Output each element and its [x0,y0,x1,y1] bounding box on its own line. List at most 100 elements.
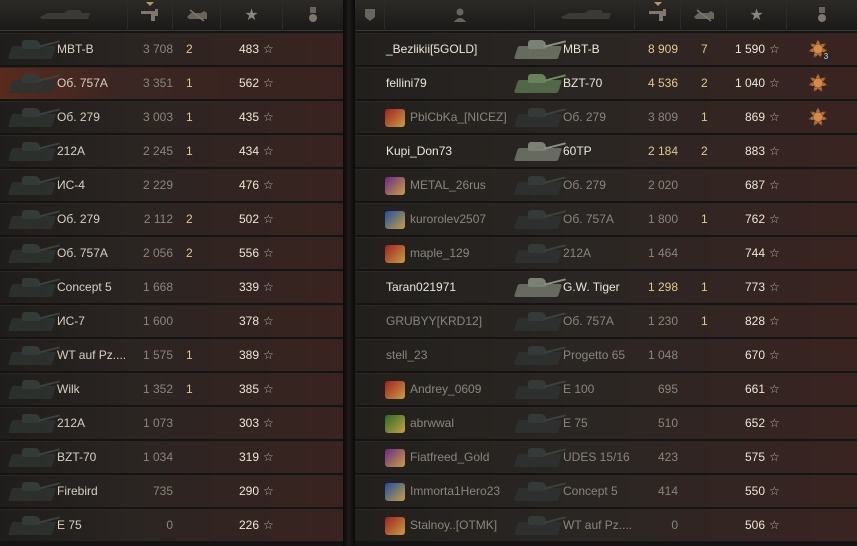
tank-silhouette-icon [510,35,570,65]
kills-value [186,510,202,542]
kills-value [186,272,202,304]
left-player-row[interactable]: ИС-4 2 229 476 ☆ [0,169,343,201]
damage-value: 3 003 [142,110,173,124]
right-header: ★ [355,0,857,31]
xp-value: 483 [238,42,259,56]
xp-star-icon: ☆ [263,416,274,430]
tank-name: Об. 757А [57,76,108,90]
left-player-row[interactable]: BZT-70 1 034 319 ☆ [0,441,343,473]
tank-silhouette-icon [4,511,64,541]
right-player-row[interactable]: GRUBYY[KRD12] Об. 757А 1 230 1 828 ☆ [355,305,857,337]
star-icon: ★ [749,6,764,24]
right-player-row[interactable]: fellini79 BZT-70 4 536 2 1 040 ☆ [355,67,857,99]
right-player-row[interactable]: _Bezlikii[5GOLD] MBT-B 8 909 7 1 590 ☆ 3 [355,33,857,65]
right-header-player[interactable] [385,0,535,31]
tank-name: WT auf Pz.... [563,518,633,532]
right-player-row[interactable]: maple_129 212A 1 464 744 ☆ [355,237,857,269]
clan-emblem-icon [385,381,405,399]
damage-value: 8 909 [647,42,678,56]
xp-star-icon: ☆ [769,144,780,158]
tank-silhouette-icon [510,375,570,405]
right-header-damage[interactable] [635,0,681,31]
tank-name: Об. 279 [57,110,100,124]
left-player-row[interactable]: ИС-7 1 600 378 ☆ [0,305,343,337]
top-gun-medal-icon[interactable] [807,72,829,96]
tank-silhouette-icon [510,69,570,99]
right-player-row[interactable]: Fiatfreed_Gold UDES 15/16 423 575 ☆ [355,441,857,473]
right-player-row[interactable]: PblCbKa_[NICEZ] Об. 279 3 809 1 869 ☆ [355,101,857,133]
right-player-row[interactable]: Andrey_0609 E 100 695 661 ☆ [355,373,857,405]
kills-value: 1 [186,110,193,124]
right-player-row[interactable]: Immorta1Hero23 Concept 5 414 550 ☆ [355,475,857,507]
left-player-row[interactable]: WT auf Pz.... 1 575 1 389 ☆ [0,339,343,371]
left-player-row[interactable]: Concept 5 1 668 339 ☆ [0,271,343,303]
top-gun-medal-icon[interactable]: 3 [807,38,831,62]
kills-icon [185,8,209,24]
left-player-row[interactable]: E 75 0 226 ☆ [0,509,343,541]
tank-silhouette-icon [510,341,570,371]
kills-value: 1 [701,280,708,294]
xp-star-icon: ☆ [263,76,274,90]
xp-star-icon: ☆ [263,144,274,158]
right-player-row[interactable]: METAL_26rus Об. 279 2 020 687 ☆ [355,169,857,201]
left-player-row[interactable]: Об. 279 2 112 2 502 ☆ [0,203,343,235]
left-header-medal[interactable] [283,0,343,31]
xp-value: 828 [744,314,765,328]
right-header-kills[interactable] [681,0,727,31]
kills-value: 1 [186,348,193,362]
left-player-row[interactable]: Firebird 735 290 ☆ [0,475,343,507]
xp-value: 575 [744,450,765,464]
tank-icon [34,7,94,25]
left-player-row[interactable]: 212A 2 245 1 434 ☆ [0,135,343,167]
xp-value: 502 [238,212,259,226]
xp-star-icon: ☆ [263,484,274,498]
left-player-row[interactable]: 212A 1 073 303 ☆ [0,407,343,439]
right-player-row[interactable]: Kupi_Don73 60TP 2 184 2 883 ☆ [355,135,857,167]
right-player-row[interactable]: Taran021971 G.W. Tiger 1 298 1 773 ☆ [355,271,857,303]
kills-value: 2 [186,42,193,56]
left-player-row[interactable]: Об. 757А 3 351 1 562 ☆ [0,67,343,99]
tank-name: MBT-B [57,42,94,56]
damage-value: 1 298 [647,280,678,294]
xp-star-icon: ☆ [769,484,780,498]
kills-value: 1 [701,314,708,328]
kills-value [701,340,717,372]
left-player-row[interactable]: Wilk 1 352 1 385 ☆ [0,373,343,405]
damage-value: 414 [657,484,678,498]
xp-value: 562 [238,76,259,90]
xp-value: 687 [744,178,765,192]
player-icon [453,8,466,24]
xp-value: 556 [238,246,259,260]
right-player-row[interactable]: stell_23 Progetto 65 1 048 670 ☆ [355,339,857,371]
left-player-row[interactable]: Об. 279 3 003 1 435 ☆ [0,101,343,133]
right-header-xp[interactable]: ★ [727,0,787,31]
left-player-row[interactable]: Об. 757А 2 056 2 556 ☆ [0,237,343,269]
kills-value [701,442,717,474]
right-player-row[interactable]: Stalnoy..[OTMK] WT auf Pz.... 0 506 ☆ [355,509,857,541]
left-header-xp[interactable]: ★ [221,0,283,31]
xp-value: 661 [744,382,765,396]
top-gun-medal-icon[interactable] [807,106,829,130]
left-team-panel: ★ MBT-B 3 708 2 483 ☆ Об. 757А 3 351 1 562 ☆ Об. 2… [0,0,343,546]
tank-silhouette-icon [4,239,64,269]
left-header-kills[interactable] [173,0,221,31]
xp-value: 1 590 [734,42,765,56]
right-player-row[interactable]: kurorolev2507 Об. 757А 1 800 1 762 ☆ [355,203,857,235]
clan-emblem-icon [385,517,405,535]
right-header-tank[interactable] [535,0,635,31]
right-player-row[interactable]: abrwwal E 75 510 652 ☆ [355,407,857,439]
right-header-platoon[interactable] [355,0,385,31]
damage-value: 4 536 [647,76,678,90]
xp-star-icon: ☆ [263,314,274,328]
player-name: GRUBYY[KRD12] [386,314,483,328]
tank-name: Firebird [57,484,98,498]
left-player-row[interactable]: MBT-B 3 708 2 483 ☆ [0,33,343,65]
left-header-damage[interactable] [128,0,173,31]
damage-value: 1 073 [142,416,173,430]
kills-value: 1 [701,212,708,226]
xp-value: 226 [238,518,259,532]
left-header-tank[interactable] [0,0,128,31]
kills-value [186,170,202,202]
right-header-medal[interactable] [787,0,857,31]
kills-value [701,510,717,542]
